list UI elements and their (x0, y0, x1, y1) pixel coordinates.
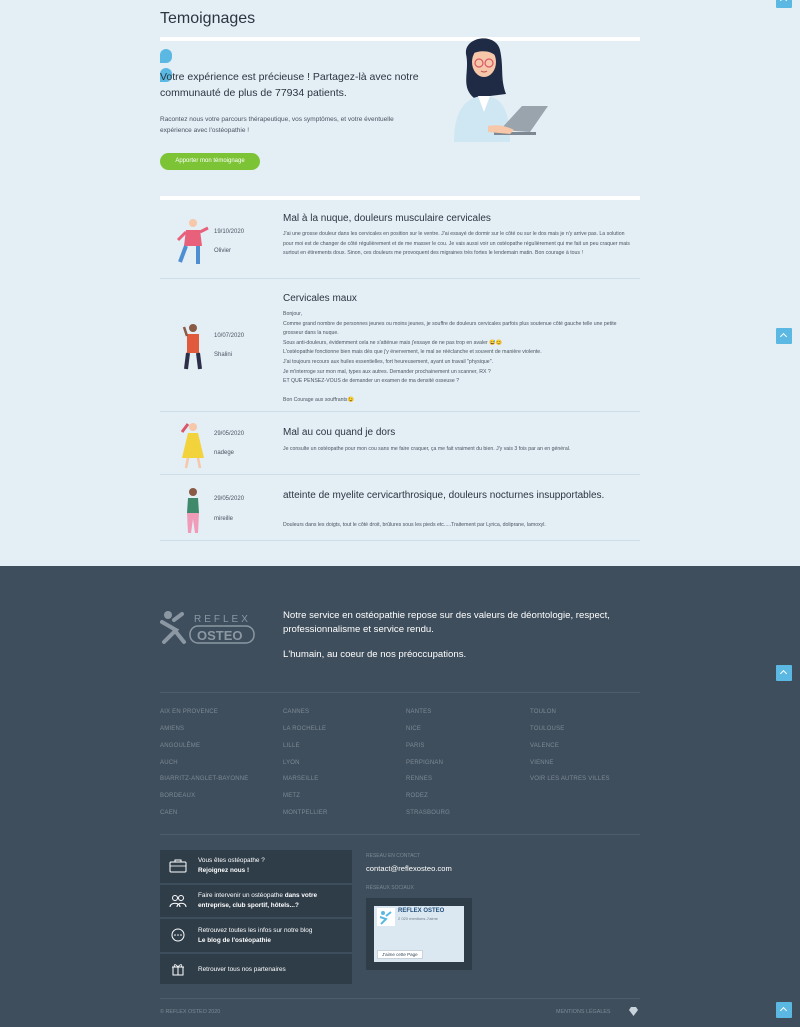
testimonial-title[interactable]: atteinte de myelite cervicarthrosique, d… (283, 489, 633, 502)
footer-mission: Notre service en ostéopathie repose sur … (283, 610, 610, 635)
users-icon (169, 895, 187, 908)
city-link[interactable]: LYON (283, 760, 300, 766)
scroll-top-button[interactable] (776, 1002, 792, 1018)
testimonial-item: 10/07/2020 Shalini Cervicales maux Bonjo… (160, 279, 640, 412)
city-link[interactable]: CAEN (160, 810, 177, 816)
city-link[interactable]: PERPIGNAN (406, 760, 443, 766)
person-avatar (187, 488, 199, 533)
person-avatar (182, 324, 202, 370)
reflex-osteo-logo[interactable]: REFLEX OSTEO (160, 610, 256, 646)
scroll-top-button[interactable] (776, 665, 792, 681)
testimonial-body: J'ai une grosse douleur dans les cervica… (283, 231, 630, 257)
other-cities-link[interactable]: VOIR LES AUTRES VILLES (530, 776, 610, 782)
intervention-line1-bold: dans votre (284, 892, 318, 899)
svg-text:OSTEO: OSTEO (197, 628, 243, 643)
contact-label: RESEAU EN CONTACT (366, 853, 421, 859)
city-link[interactable]: VALENCE (530, 743, 559, 749)
scroll-top-button[interactable] (776, 328, 792, 344)
intervention-line2: entreprise, club sportif, hôtels...? (198, 901, 299, 909)
briefcase-icon (169, 859, 187, 873)
city-link[interactable]: AUCH (160, 760, 178, 766)
city-link[interactable]: MONTPELLIER (283, 810, 328, 816)
social-label: RÉSEAUX SOCIAUX (366, 885, 414, 891)
svg-text:REFLEX: REFLEX (194, 614, 251, 625)
testimonial-author: nadege (214, 450, 235, 456)
join-line1: Vous êtes ostéopathe ? (198, 857, 265, 864)
testimonial-body: Bonjour, Comme grand nombre de personnes… (283, 311, 617, 404)
city-link[interactable]: NICE (406, 726, 421, 732)
add-testimonial-button[interactable]: Apporter mon témoignage (160, 153, 260, 170)
city-link[interactable]: PARIS (406, 743, 425, 749)
facebook-widget: REFLEX OSTEO 2 020 mentions J'aime J'aim… (366, 898, 472, 970)
city-link[interactable]: NANTES (406, 709, 432, 715)
city-link[interactable]: ANGOULÊME (160, 743, 200, 749)
company-intervention-box[interactable]: Faire intervenir un ostéopathe dans votr… (160, 885, 352, 917)
intro-text: Racontez nous votre parcours thérapeutiq… (160, 116, 394, 134)
testimonial-author: Shalini (214, 352, 233, 358)
testimonial-author: Olivier (214, 248, 232, 254)
testimonial-author: mireille (214, 516, 234, 522)
city-link[interactable]: BORDEAUX (160, 793, 195, 799)
testimonial-item: 19/10/2020 Olivier Mal à la nuque, doule… (160, 200, 640, 279)
intro-headline: Votre expérience est précieuse ! Partage… (160, 71, 419, 99)
city-link[interactable]: LA ROCHELLE (283, 726, 326, 732)
testimonial-date: 29/05/2020 (214, 496, 245, 502)
intervention-line1: Faire intervenir un ostéopathe (198, 892, 283, 899)
blog-line2: Le blog de l'ostéopathie (198, 936, 271, 944)
testimonial-body: Je consulte un ostéopathe pour mon cou s… (283, 446, 571, 452)
partners-label: Retrouver tous nos partenaires (198, 966, 286, 973)
facebook-page-name: REFLEX OSTEO (398, 908, 445, 914)
testimonial-title[interactable]: Mal au cou quand je dors (283, 426, 633, 439)
testimonial-date: 29/05/2020 (214, 431, 245, 437)
facebook-like-button[interactable]: J'aime cette Page (377, 950, 423, 959)
facebook-page-likes: 2 020 mentions J'aime (398, 916, 438, 921)
testimonial-item: 29/05/2020 nadege Mal au cou quand je do… (160, 412, 640, 475)
section-divider (160, 37, 640, 41)
quote-icon (160, 49, 188, 82)
city-link[interactable]: RENNES (406, 776, 432, 782)
footer-divider (160, 692, 640, 693)
join-line2: Rejoignez nous ! (198, 866, 250, 874)
copyright: © REFLEX OSTEO 2020 (160, 1009, 221, 1015)
section-title: Temoignages (160, 10, 256, 27)
woman-laptop-illustration (454, 38, 548, 142)
person-avatar (180, 423, 204, 469)
reflex-osteo-logo-small-icon (377, 908, 395, 926)
person-avatar (176, 219, 209, 264)
testimonial-title[interactable]: Cervicales maux (283, 292, 633, 305)
city-link[interactable]: AMIENS (160, 726, 184, 732)
city-link[interactable]: STRASBOURG (406, 810, 450, 816)
testimonial-item: 29/05/2020 mireille atteinte de myelite … (160, 475, 640, 541)
footer-tagline: L'humain, au coeur de nos préoccupations… (283, 649, 467, 660)
facebook-page-card[interactable]: REFLEX OSTEO 2 020 mentions J'aime J'aim… (374, 906, 464, 962)
city-link[interactable]: METZ (283, 793, 300, 799)
city-link[interactable]: CANNES (283, 709, 309, 715)
blog-line1: Retrouvez toutes les infos sur notre blo… (198, 927, 313, 934)
scroll-top-button[interactable] (776, 0, 792, 8)
city-link[interactable]: BIARRITZ-ANGLET-BAYONNE (160, 776, 249, 782)
city-link[interactable]: MARSEILLE (283, 776, 318, 782)
contact-email-link[interactable]: contact@reflexosteo.com (366, 864, 452, 873)
city-link[interactable]: AIX EN PROVENCE (160, 709, 218, 715)
city-link[interactable]: TOULOUSE (530, 726, 565, 732)
city-link[interactable]: LILLE (283, 743, 300, 749)
join-osteopath-box[interactable]: Vous êtes ostéopathe ? Rejoignez nous ! (160, 850, 352, 883)
testimonial-date: 10/07/2020 (214, 333, 245, 339)
diamond-icon (629, 1007, 638, 1016)
legal-notice-link[interactable]: MENTIONS LÉGALES (556, 1009, 611, 1015)
city-link[interactable]: RODEZ (406, 793, 428, 799)
gift-icon (172, 964, 184, 976)
partners-box[interactable]: Retrouver tous nos partenaires (160, 954, 352, 984)
chat-bubble-icon (171, 928, 185, 942)
testimonial-title[interactable]: Mal à la nuque, douleurs musculaire cerv… (283, 212, 633, 225)
footer-divider (160, 834, 640, 835)
testimonial-date: 19/10/2020 (214, 229, 245, 235)
blog-box[interactable]: Retrouvez toutes les infos sur notre blo… (160, 919, 352, 952)
testimonial-body: Douleurs dans les doigts, tout le côté d… (283, 522, 546, 528)
city-link[interactable]: TOULON (530, 709, 556, 715)
city-link[interactable]: VIENNE (530, 760, 554, 766)
footer-divider (160, 998, 640, 999)
